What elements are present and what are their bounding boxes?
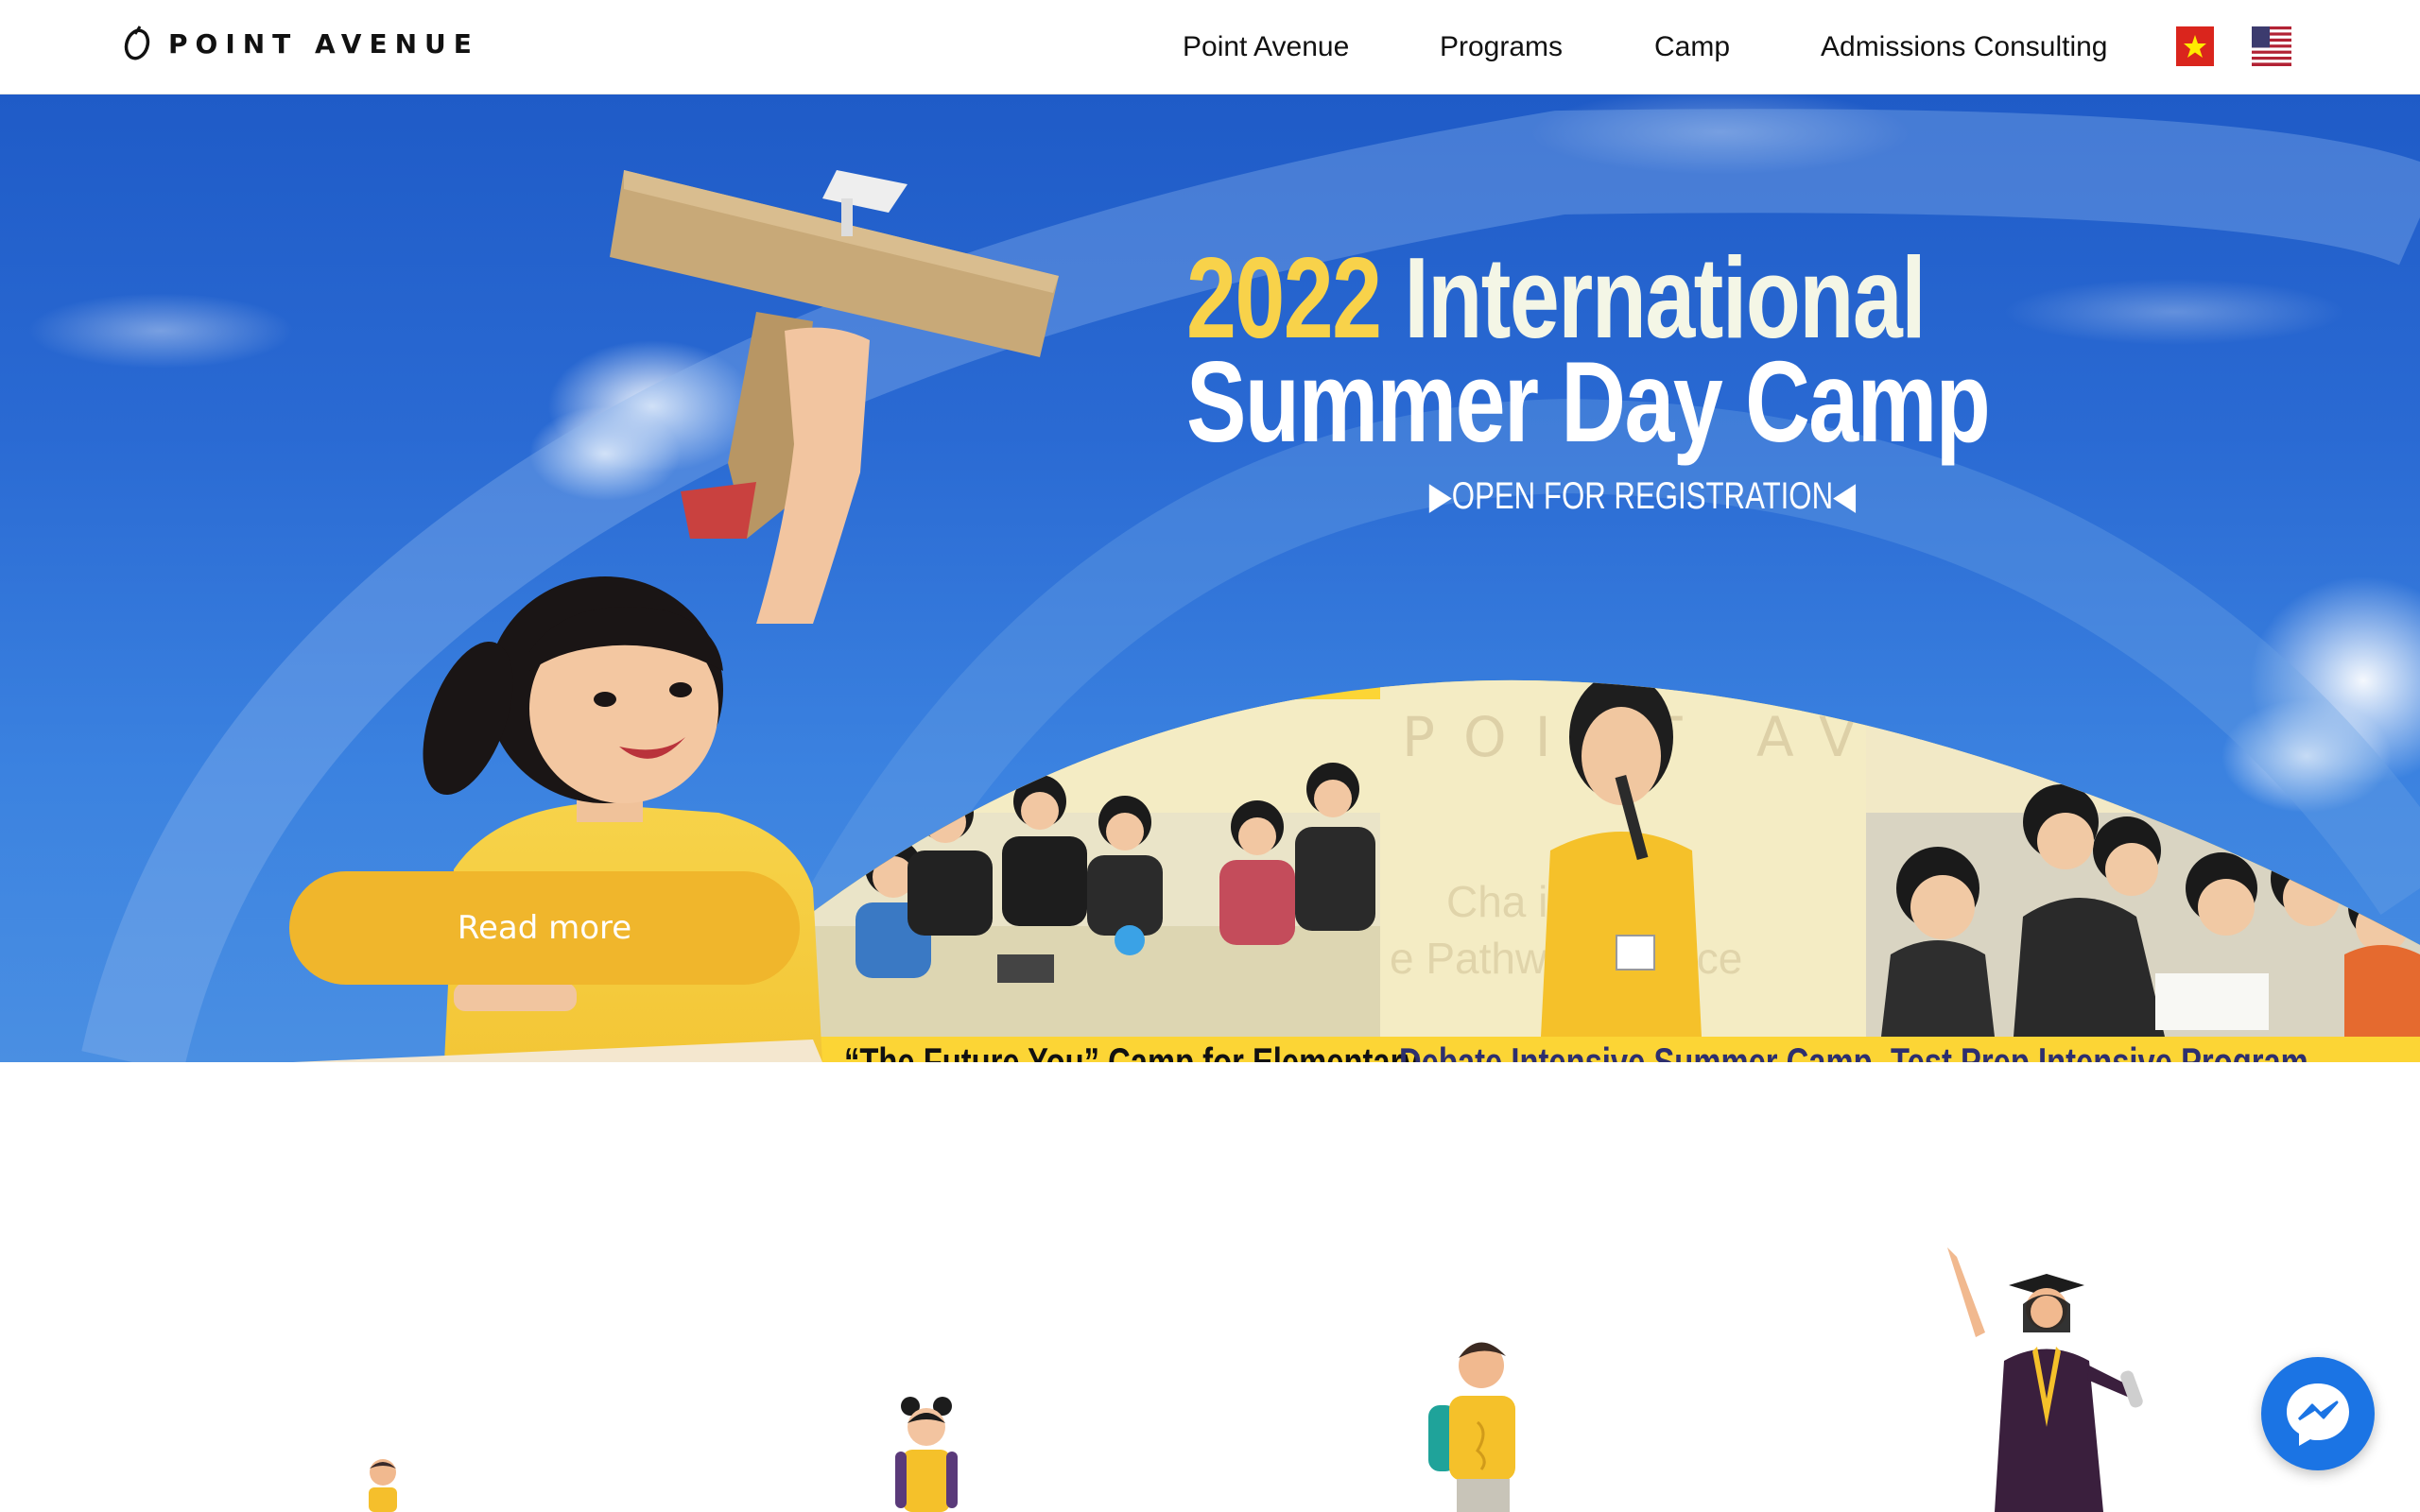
nav-admissions-consulting[interactable]: Admissions Consulting [1821,26,2107,68]
boy-student-illustration [1428,1342,1515,1512]
girl-student-illustration [895,1397,958,1512]
logo[interactable]: POINT AVENUE [123,23,479,64]
nav-point-avenue[interactable]: Point Avenue [1183,26,1349,68]
nav-programs[interactable]: Programs [1440,26,1563,68]
small-child-illustration [369,1459,397,1512]
headline-line-1: 2022 International [1186,240,1927,355]
photo-backdrop-text: POINT AVE [1402,705,1947,769]
site-header: POINT AVENUE Point Avenue Programs Camp … [0,0,2420,94]
logo-mark-icon [124,26,150,60]
read-more-button[interactable]: Read more [289,871,800,985]
hero-headline: 2022 International Summer Day Camp [1186,240,1991,466]
vietnamese-flag-icon[interactable] [2176,26,2214,66]
nav-camp[interactable]: Camp [1654,26,1730,68]
triangle-right-icon: ▶ [1428,475,1452,517]
registration-text: OPEN FOR REGISTRATION [1451,475,1834,517]
program-label-test-prep[interactable]: Test Prep Intensive Program [1891,1040,2308,1062]
logo-text: POINT AVENUE [168,27,479,60]
headline-line-2: Summer Day Camp [1186,337,1991,466]
messenger-chat-button[interactable] [2261,1357,2375,1470]
program-label-future-you[interactable]: “The Future You” Camp for Elementary [844,1040,1420,1062]
triangle-left-icon: ◀ [1833,475,1857,517]
messenger-icon [2287,1383,2349,1446]
us-flag-icon[interactable] [2252,26,2291,66]
registration-tagline: ▶OPEN FOR REGISTRATION◀ [1428,474,1856,518]
graduate-illustration [1947,1247,2143,1512]
program-label-debate[interactable]: Debate Intensive Summer Camp [1399,1040,1873,1062]
hero-banner: POINT AVE Cha irst, e Pathwa cellence [0,94,2420,1062]
